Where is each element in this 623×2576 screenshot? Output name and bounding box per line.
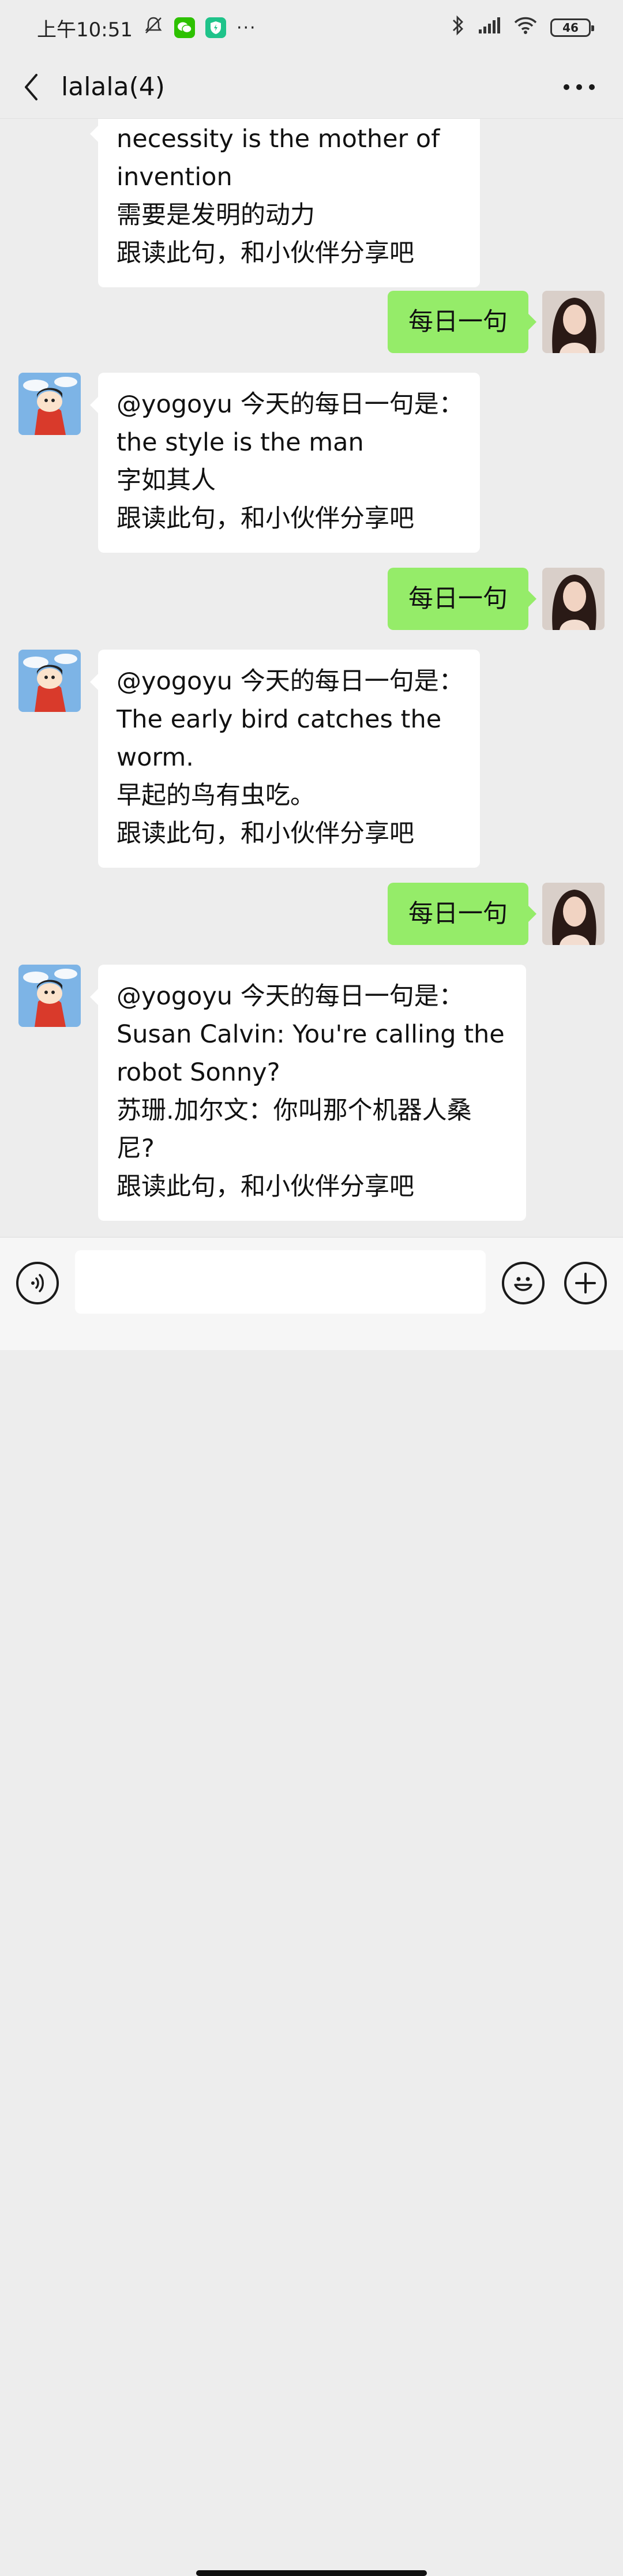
emoji-icon xyxy=(514,1277,532,1291)
avatar-bot[interactable] xyxy=(18,965,81,1027)
wechat-icon xyxy=(174,17,195,38)
message-line: the style is the man xyxy=(117,428,364,457)
status-right: 46 xyxy=(451,14,594,42)
message-line: 早起的鸟有虫吃。 xyxy=(117,781,315,810)
message-line: 跟读此句，和小伙伴分享吧 xyxy=(117,239,414,268)
message-line: 苏珊.加尔文：你叫那个机器人桑 xyxy=(117,1096,472,1125)
chat-header: lalala(4) xyxy=(0,55,623,119)
message-list[interactable]: necessity is the mother of invention 需要是… xyxy=(0,119,623,1237)
status-bar: 上午10:51 ··· 46 xyxy=(0,0,623,55)
wifi-icon xyxy=(513,16,538,40)
message-bubble-outgoing[interactable]: 每日一句 xyxy=(388,568,536,630)
chevron-left-icon xyxy=(25,73,37,100)
message-line: 字如其人 xyxy=(117,466,216,495)
message-text: 每日一句 xyxy=(408,584,508,613)
message-line: 跟读此句，和小伙伴分享吧 xyxy=(117,819,414,848)
voice-icon xyxy=(31,1274,44,1292)
message-line: 需要是发明的动力 xyxy=(117,201,315,230)
more-notifications-icon: ··· xyxy=(236,17,257,38)
more-dots-icon xyxy=(564,84,595,90)
message-bubble[interactable]: @yogoyu 今天的每日一句是： Susan Calvin: You're c… xyxy=(90,965,526,1221)
avatar-self[interactable] xyxy=(542,291,605,353)
status-time: 上午10:51 xyxy=(37,18,133,42)
message-line: 跟读此句，和小伙伴分享吧 xyxy=(117,1172,414,1201)
message-line: 尼? xyxy=(117,1134,155,1163)
bluetooth-icon xyxy=(451,14,465,42)
message-input[interactable] xyxy=(75,1250,486,1314)
message-text: 每日一句 xyxy=(408,308,508,336)
mute-icon xyxy=(143,15,164,41)
home-indicator[interactable] xyxy=(196,2570,427,2576)
message-text: 每日一句 xyxy=(408,899,508,928)
message-line: worm. xyxy=(117,743,194,772)
battery-level: 46 xyxy=(562,21,579,35)
message-line: Susan Calvin: You're calling the xyxy=(117,1020,505,1049)
more-functions-button[interactable] xyxy=(564,1262,607,1304)
message-line: @yogoyu 今天的每日一句是： xyxy=(117,982,464,1011)
message-line: necessity is the mother of xyxy=(117,125,440,153)
message-bubble-outgoing[interactable]: 每日一句 xyxy=(388,883,536,945)
more-options-button[interactable] xyxy=(556,55,602,119)
emoji-button[interactable] xyxy=(502,1262,545,1304)
input-bar xyxy=(0,1237,623,2576)
avatar-bot[interactable] xyxy=(18,373,81,435)
plus-icon xyxy=(575,1273,596,1293)
avatar-self[interactable] xyxy=(542,568,605,630)
avatar-self[interactable] xyxy=(542,883,605,945)
avatar-bot[interactable] xyxy=(18,650,81,712)
message-bubble[interactable]: @yogoyu 今天的每日一句是： The early bird catches… xyxy=(90,650,480,868)
message-line: robot Sonny? xyxy=(117,1058,280,1087)
message-line: @yogoyu 今天的每日一句是： xyxy=(117,667,464,696)
chat-title: lalala(4) xyxy=(61,72,165,102)
message-line: invention xyxy=(117,163,232,192)
status-left: 上午10:51 ··· xyxy=(37,14,257,42)
signal-icon xyxy=(478,16,501,39)
message-line: 跟读此句，和小伙伴分享吧 xyxy=(117,504,414,533)
security-app-icon xyxy=(205,17,226,38)
voice-input-button[interactable] xyxy=(16,1262,59,1304)
message-line: The early bird catches the xyxy=(117,705,442,734)
message-bubble-outgoing[interactable]: 每日一句 xyxy=(388,291,536,353)
message-bubble[interactable]: @yogoyu 今天的每日一句是： the style is the man 字… xyxy=(90,373,480,553)
message-bubble[interactable]: necessity is the mother of invention 需要是… xyxy=(90,119,480,287)
message-line: @yogoyu 今天的每日一句是： xyxy=(117,390,464,419)
back-button[interactable] xyxy=(2,55,60,119)
battery-icon: 46 xyxy=(550,18,594,37)
